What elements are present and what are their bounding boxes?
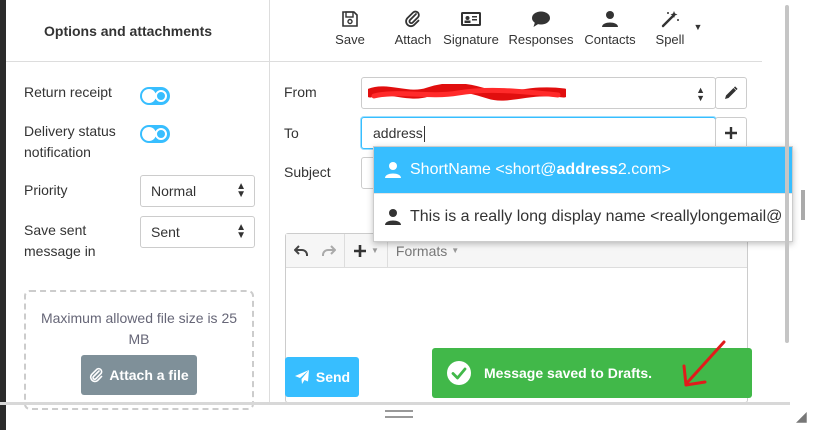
max-file-size-text: Maximum allowed file size is 25 MB xyxy=(40,310,238,347)
save-button[interactable]: Save xyxy=(334,10,366,47)
spell-label: Spell xyxy=(655,32,685,47)
paperclip-icon xyxy=(90,367,103,383)
vertical-scrollbar[interactable] xyxy=(785,5,789,343)
pane-splitter[interactable] xyxy=(801,190,805,220)
to-input-value: address xyxy=(373,125,423,141)
magic-wand-icon xyxy=(661,11,679,28)
redacted-scribble xyxy=(368,84,566,101)
edit-identity-button[interactable] xyxy=(715,77,747,109)
suggestion-prefix: ShortName <short@ xyxy=(410,161,557,178)
signature-button[interactable]: Signature xyxy=(442,10,500,47)
resize-handle[interactable] xyxy=(385,410,413,418)
suggestion-item[interactable]: This is a really long display name <real… xyxy=(374,193,792,239)
options-sidebar: Options and attachments Return receipt D… xyxy=(6,0,270,410)
insert-caret-icon: ▼ xyxy=(371,246,379,255)
plus-icon xyxy=(725,127,737,139)
responses-label: Responses xyxy=(508,32,574,47)
text-cursor xyxy=(423,126,425,143)
user-icon xyxy=(385,208,401,225)
undo-icon[interactable] xyxy=(294,244,308,257)
return-receipt-label: Return receipt xyxy=(24,84,112,100)
suggestion-text: This is a really long display name <real… xyxy=(410,207,783,225)
check-circle-icon xyxy=(447,361,471,385)
attach-file-button[interactable]: Attach a file xyxy=(81,355,197,395)
redo-icon[interactable] xyxy=(322,244,336,257)
delivery-status-toggle[interactable] xyxy=(140,125,170,143)
formats-label: Formats xyxy=(395,242,448,259)
attachment-dropzone[interactable]: Maximum allowed file size is 25 MB Attac… xyxy=(24,290,254,410)
suggestion-item[interactable]: ShortName <short@address2.com> xyxy=(374,147,792,193)
subject-label: Subject xyxy=(284,164,331,180)
add-recipient-button[interactable] xyxy=(715,117,747,149)
spell-button[interactable]: Spell xyxy=(650,10,690,47)
spell-dropdown-caret-icon[interactable]: ▼ xyxy=(692,22,704,32)
priority-label: Priority xyxy=(24,182,68,198)
pencil-icon xyxy=(725,86,738,99)
delivery-status-label: Delivery status notification xyxy=(24,123,116,160)
attach-button[interactable]: Attach xyxy=(390,10,436,47)
contacts-label: Contacts xyxy=(584,32,636,47)
send-label: Send xyxy=(315,369,351,385)
send-button[interactable]: Send xyxy=(285,357,359,397)
attach-label: Attach xyxy=(394,32,432,47)
suggestion-text: ShortName <short@address2.com> xyxy=(410,161,671,179)
user-icon xyxy=(602,11,618,27)
compose-toolbar: Save Attach Signature Responses Contacts… xyxy=(270,0,762,62)
history-group xyxy=(286,233,345,268)
signature-label: Signature xyxy=(443,32,499,47)
speech-bubble-icon xyxy=(532,11,550,27)
notification-text: Message saved to Drafts. xyxy=(484,365,653,381)
user-icon xyxy=(385,162,401,178)
save-sent-select[interactable]: Sent ▲ ▼ xyxy=(140,216,255,248)
sidebar-title: Options and attachments xyxy=(6,0,269,62)
priority-select[interactable]: Normal ▲ ▼ xyxy=(140,175,255,207)
id-card-icon xyxy=(461,12,481,26)
paperclip-icon xyxy=(405,10,420,28)
corner-resize-icon[interactable]: ◢ xyxy=(796,408,807,425)
attach-file-label: Attach a file xyxy=(109,367,189,383)
from-label: From xyxy=(284,84,317,100)
save-sent-value: Sent xyxy=(151,224,180,240)
formats-caret-icon: ▼ xyxy=(451,246,460,255)
suggestion-match: address xyxy=(556,161,618,178)
floppy-disk-icon xyxy=(342,11,358,27)
paper-plane-icon xyxy=(294,370,309,384)
select-arrows-icon: ▲ ▼ xyxy=(236,222,246,241)
responses-button[interactable]: Responses xyxy=(508,10,574,47)
recipient-suggestions: ShortName <short@address2.com> This is a… xyxy=(373,146,793,242)
return-receipt-toggle[interactable] xyxy=(140,87,170,105)
save-label: Save xyxy=(335,32,365,47)
select-arrows-icon: ▲ ▼ xyxy=(696,85,705,103)
to-label: To xyxy=(284,125,299,141)
save-sent-label: Save sent message in xyxy=(24,222,96,259)
suggestion-suffix: 2.com> xyxy=(617,161,671,178)
select-arrows-icon: ▲ ▼ xyxy=(236,181,246,200)
compose-window: Options and attachments Return receipt D… xyxy=(0,0,814,430)
priority-value: Normal xyxy=(151,183,197,199)
insert-plus-icon xyxy=(354,244,366,257)
red-arrow-annotation xyxy=(682,340,726,387)
bottom-border xyxy=(0,402,790,405)
to-input[interactable]: address xyxy=(361,117,716,149)
contacts-button[interactable]: Contacts xyxy=(582,10,638,47)
